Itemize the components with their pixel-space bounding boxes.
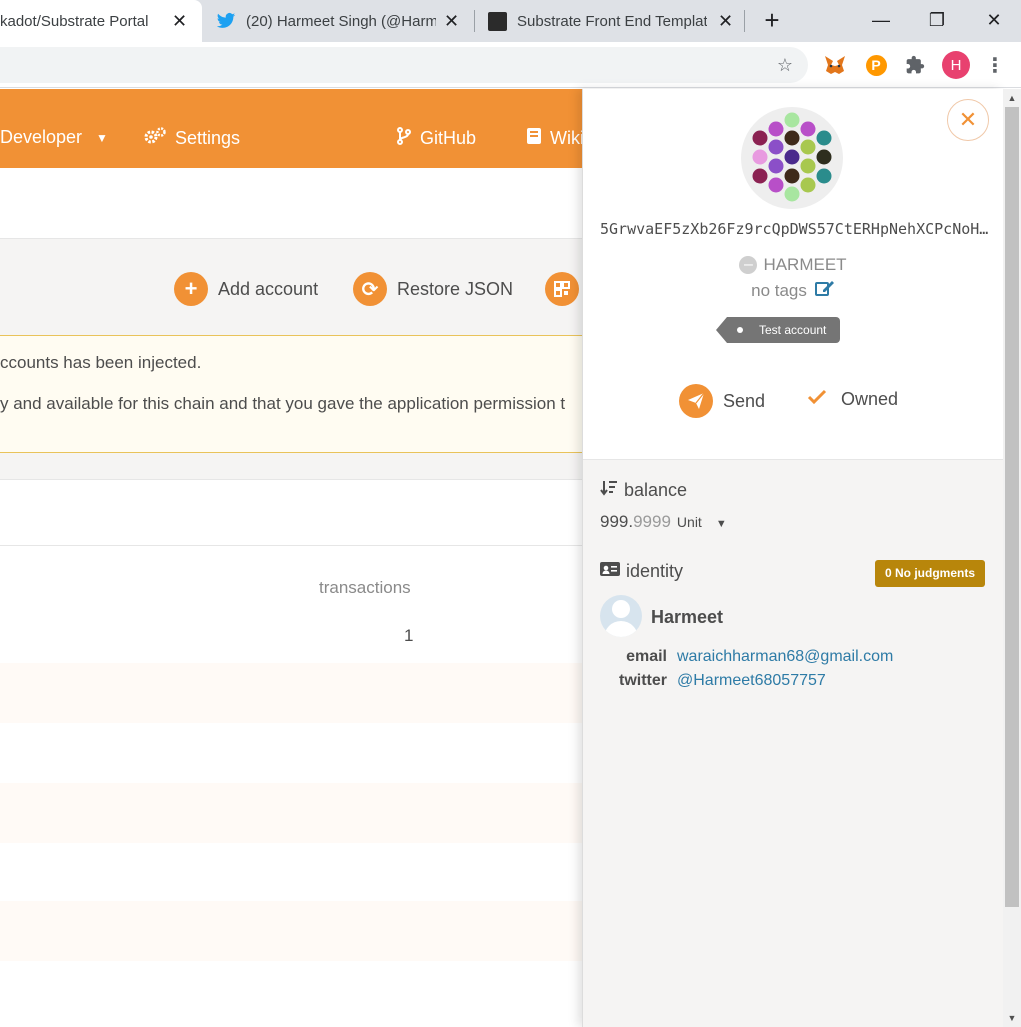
metamask-extension-icon[interactable] — [823, 53, 847, 77]
new-tab-button[interactable]: + — [758, 6, 786, 34]
code-branch-icon — [396, 127, 412, 150]
bookmark-star-icon[interactable]: ☆ — [773, 53, 797, 77]
owned-label: Owned — [841, 389, 899, 409]
account-name-row: – HARMEET — [583, 255, 1003, 275]
tab-title: Substrate Front End Template — [517, 12, 707, 30]
identity-label: identity — [626, 561, 684, 581]
tab-close-icon[interactable]: ✕ — [444, 11, 459, 32]
notice-line-2: y and available for this chain and that … — [0, 394, 566, 413]
twitter-key: twitter — [619, 672, 667, 689]
send-button[interactable]: Send — [679, 384, 765, 418]
tab-title: (20) Harmeet Singh (@Harmeet68057757) — [246, 12, 436, 30]
menu-settings[interactable]: Settings — [143, 127, 240, 150]
plus-icon: + — [174, 272, 208, 306]
extensions-puzzle-icon[interactable] — [903, 53, 927, 77]
menu-wiki[interactable]: Wiki — [526, 127, 584, 150]
minus-circle-icon: – — [739, 256, 758, 274]
polkadot-extension-icon[interactable]: P — [864, 53, 888, 77]
browser-menu-icon[interactable]: ⋮ — [983, 53, 1007, 77]
browser-toolbar: ☆ P H ⋮ — [0, 42, 1021, 88]
owned-status: Owned — [807, 389, 898, 410]
sync-icon: ⟳ — [353, 272, 387, 306]
scroll-down-icon[interactable]: ▼ — [1003, 1009, 1021, 1027]
tab-twitter[interactable]: (20) Harmeet Singh (@Harmeet68057757) ✕ — [204, 0, 470, 42]
sort-amount-icon — [600, 479, 618, 502]
test-account-tag: Test account — [715, 317, 841, 343]
window-close-button[interactable]: ✕ — [979, 6, 1009, 34]
send-label: Send — [723, 390, 766, 411]
menu-github[interactable]: GitHub — [396, 127, 476, 150]
identity-email-row: email waraichharman68@gmail.com — [583, 648, 893, 666]
menu-settings-label: Settings — [175, 128, 241, 148]
identity-avatar — [600, 595, 642, 637]
book-icon — [526, 127, 542, 150]
paper-plane-icon — [679, 384, 713, 418]
balance-value[interactable]: 999. 9999 Unit ▼ — [600, 512, 727, 532]
cogs-icon — [143, 127, 167, 150]
tab-title: kadot/Substrate Portal — [0, 12, 149, 30]
tab-separator — [744, 10, 745, 32]
page-scrollbar[interactable]: ▲ ▼ — [1003, 89, 1021, 1027]
account-sidebar: ✕ 5GrwvaEF5zXb26Fz9rcQpDWS57CtERHpNehXCP… — [582, 89, 1003, 1027]
identity-heading: identity — [600, 561, 683, 582]
identity-twitter-row: twitter @Harmeet68057757 — [583, 672, 826, 690]
notice-line-1: ccounts has been injected. — [0, 353, 202, 372]
account-tags-row: no tags — [583, 279, 1003, 302]
twitter-link[interactable]: @Harmeet68057757 — [677, 672, 826, 690]
check-icon — [807, 389, 827, 410]
browser-tab-bar: kadot/Substrate Portal ✕ (20) Harmeet Si… — [0, 0, 1021, 42]
balance-decimals: 9999 — [633, 512, 671, 531]
menu-github-label: GitHub — [420, 128, 477, 148]
tab-close-icon[interactable]: ✕ — [172, 11, 187, 32]
balance-heading: balance — [600, 479, 687, 502]
tab-substrate-template[interactable]: Substrate Front End Template ✕ — [478, 0, 744, 42]
add-account-label: Add account — [218, 278, 319, 299]
scroll-thumb[interactable] — [1005, 107, 1019, 907]
sidebar-close-button[interactable]: ✕ — [947, 99, 989, 141]
minimize-button[interactable]: — — [866, 6, 896, 34]
caret-down-icon: ▼ — [715, 518, 727, 530]
identity-display-name: Harmeet — [651, 607, 724, 627]
judgments-badge: 0 No judgments — [875, 560, 986, 587]
menu-developer-label: Developer — [0, 127, 83, 147]
caret-down-icon: ▼ — [96, 130, 108, 145]
account-address[interactable]: 5GrwvaEF5zXb26Fz9rcQpDWS57CtERHpNehXCPcN… — [600, 220, 990, 238]
email-link[interactable]: waraichharman68@gmail.com — [677, 648, 893, 666]
tab-separator — [474, 10, 475, 32]
email-key: email — [626, 648, 667, 665]
menu-developer[interactable]: Developer ▼ — [0, 127, 108, 148]
sidebar-header: ✕ 5GrwvaEF5zXb26Fz9rcQpDWS57CtERHpNehXCP… — [583, 89, 1003, 460]
qrcode-icon — [545, 272, 579, 306]
balance-unit: Unit — [676, 514, 702, 530]
account-name: HARMEET — [763, 255, 847, 274]
profile-avatar[interactable]: H — [942, 51, 970, 79]
qr-add-button[interactable] — [545, 272, 579, 306]
menu-wiki-label: Wiki — [550, 128, 584, 148]
close-icon: ✕ — [958, 107, 978, 132]
restore-button[interactable]: ❐ — [922, 6, 952, 34]
balance-integer: 999. — [600, 512, 634, 531]
tab-close-icon[interactable]: ✕ — [718, 11, 733, 32]
column-header-transactions: transactions — [319, 578, 411, 597]
restore-json-button[interactable]: ⟳ Restore JSON — [353, 272, 513, 306]
scroll-up-icon[interactable]: ▲ — [1003, 89, 1021, 107]
id-card-icon — [600, 561, 620, 582]
edit-icon[interactable] — [814, 279, 835, 302]
account-tags: no tags — [751, 280, 807, 300]
add-account-button[interactable]: + Add account — [174, 272, 318, 306]
substrate-icon — [488, 12, 507, 31]
address-bar[interactable] — [0, 47, 808, 83]
screen: kadot/Substrate Portal ✕ (20) Harmeet Si… — [0, 0, 1021, 1027]
balance-label: balance — [624, 480, 688, 500]
restore-json-label: Restore JSON — [397, 278, 514, 299]
transactions-cell: 1 — [404, 626, 414, 645]
tab-polkadot-portal[interactable]: kadot/Substrate Portal ✕ — [0, 0, 202, 42]
account-identicon[interactable] — [741, 107, 843, 209]
twitter-icon — [216, 11, 236, 31]
